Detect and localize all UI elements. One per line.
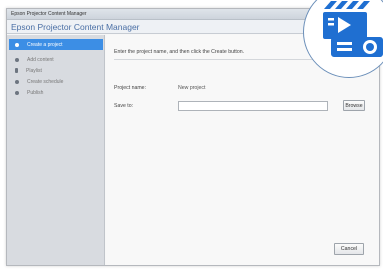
instruction-text: Enter the project name, and then click t… bbox=[114, 49, 245, 55]
nav-bullet-icon bbox=[15, 79, 19, 84]
nav-bullet-icon bbox=[15, 57, 19, 62]
document-icon bbox=[15, 68, 18, 73]
sidebar-item-label: Create a project bbox=[27, 41, 63, 48]
sidebar-item-label: Create schedule bbox=[27, 78, 64, 85]
sidebar-item-label: Publish bbox=[27, 89, 44, 96]
nav-bullet-icon bbox=[15, 90, 19, 95]
app-logo-badge bbox=[303, 0, 383, 78]
folder-input[interactable] bbox=[178, 101, 328, 111]
projector-video-icon bbox=[323, 1, 383, 57]
nav-bullet-icon bbox=[15, 42, 19, 47]
sidebar: Create a project Add content Playlist Cr… bbox=[7, 35, 105, 265]
folder-label: Save to: bbox=[114, 103, 134, 109]
sidebar-item-label: Playlist bbox=[26, 67, 42, 74]
window-title: Epson Projector Content Manager bbox=[11, 11, 87, 17]
sidebar-item-schedule[interactable]: Create schedule bbox=[9, 76, 103, 87]
project-name-label: Project name: bbox=[114, 85, 147, 91]
sidebar-item-publish[interactable]: Publish bbox=[9, 87, 103, 98]
sidebar-item-playlist[interactable]: Playlist bbox=[9, 65, 103, 76]
browse-button[interactable]: Browse bbox=[343, 100, 365, 111]
project-name-value[interactable]: New project bbox=[178, 85, 205, 91]
sidebar-item-label: Add content bbox=[27, 56, 54, 63]
cancel-button[interactable]: Cancel bbox=[334, 243, 364, 255]
app-title: Epson Projector Content Manager bbox=[11, 22, 140, 32]
sidebar-item-create-project[interactable]: Create a project bbox=[9, 39, 103, 50]
sidebar-item-add-content[interactable]: Add content bbox=[9, 54, 103, 65]
